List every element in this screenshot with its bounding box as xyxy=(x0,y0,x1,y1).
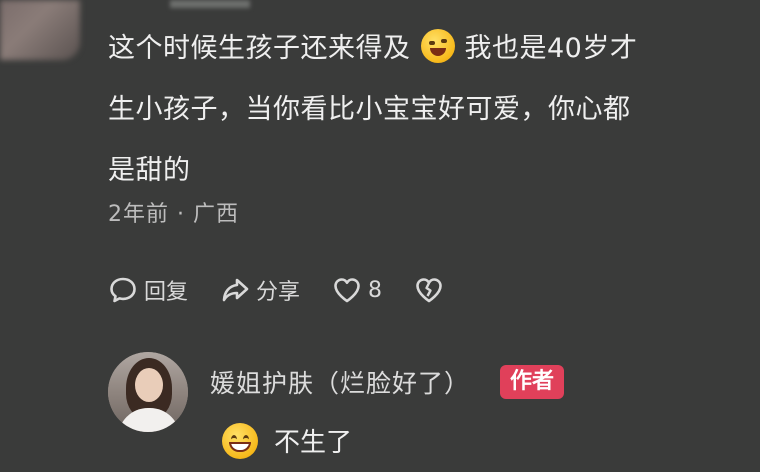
reply-text: 不生了 xyxy=(274,428,353,458)
comment-line-1-text-continued: 我也是40岁才 xyxy=(464,33,638,64)
previous-commenter-avatar[interactable] xyxy=(0,0,80,60)
speech-bubble-icon xyxy=(110,277,136,303)
like-button[interactable]: 8 xyxy=(332,275,382,305)
grinning-emoji-icon xyxy=(222,422,258,459)
comment-line-3: 是甜的 xyxy=(108,155,191,186)
share-button[interactable]: 分享 xyxy=(220,274,300,306)
comment-actions: 回复 分享 8 xyxy=(108,270,482,310)
avatar-face xyxy=(135,368,163,402)
author-badge: 作者 xyxy=(500,365,565,399)
author-reply: 媛姐护肤（烂脸好了） 作者 不生了 xyxy=(108,352,748,472)
comment-line-1-text: 这个时候生孩子还来得及 xyxy=(108,33,411,64)
author-row: 媛姐护肤（烂脸好了） 作者 xyxy=(210,364,565,400)
comment-line-2: 生小孩子，当你看比小宝宝好可爱，你心都 xyxy=(108,94,631,125)
grinning-squint-emoji-icon xyxy=(420,29,455,63)
share-arrow-icon xyxy=(222,278,249,302)
reply-label: 回复 xyxy=(144,280,189,305)
heart-icon xyxy=(334,278,360,303)
reply-button[interactable]: 回复 xyxy=(108,274,188,306)
broken-heart-icon xyxy=(416,278,442,303)
comment-body: 这个时候生孩子还来得及 我也是40岁才 生小孩子，当你看比小宝宝好可爱，你心都 是… xyxy=(108,18,728,201)
dislike-button[interactable] xyxy=(414,275,450,305)
previous-commenter-name-fragment xyxy=(170,0,250,8)
like-count: 8 xyxy=(368,277,383,303)
comment-meta: 2年前 · 广西 xyxy=(108,202,239,227)
author-name[interactable]: 媛姐护肤（烂脸好了） xyxy=(210,364,470,400)
comment-line-1: 这个时候生孩子还来得及 我也是40岁才 xyxy=(108,18,728,79)
share-label: 分享 xyxy=(256,280,301,305)
reply-body: 不生了 xyxy=(222,422,352,459)
author-avatar[interactable] xyxy=(108,352,188,432)
grin-mouth xyxy=(229,441,251,452)
